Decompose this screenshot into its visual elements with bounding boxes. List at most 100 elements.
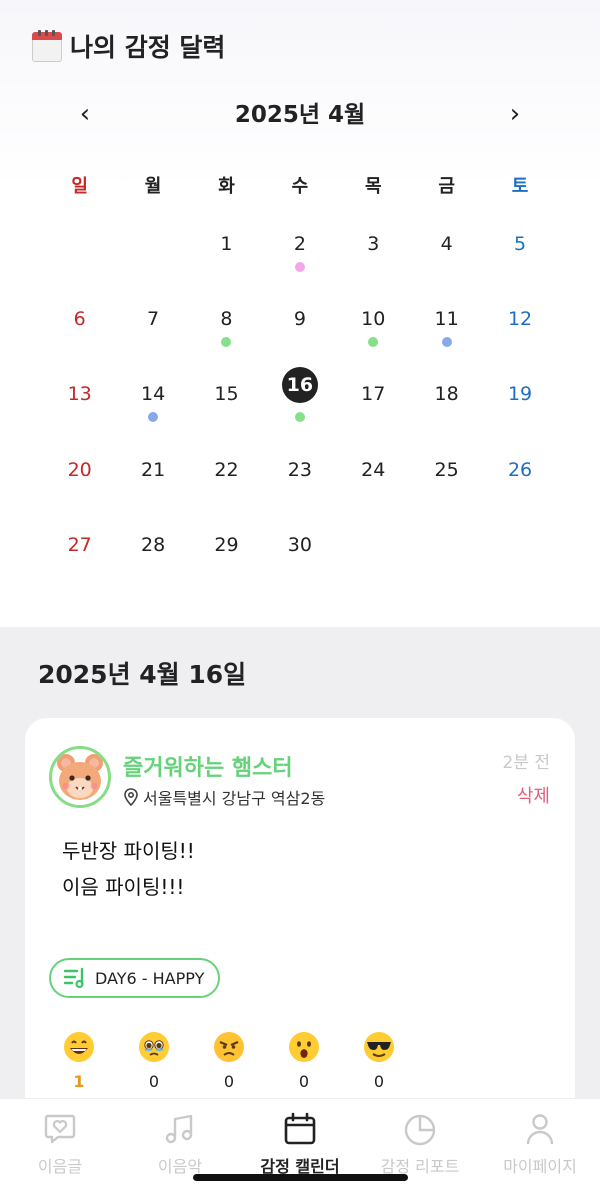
calendar-day[interactable]: 30 <box>263 509 336 584</box>
weekday-sun: 일 <box>71 176 88 197</box>
calendar-day[interactable]: 5 <box>483 208 556 283</box>
emotion-name: 즐거워하는 햄스터 <box>123 756 293 781</box>
reaction-count: 1 <box>73 1072 85 1091</box>
reaction-count: 0 <box>373 1072 385 1091</box>
music-note-icon <box>165 1114 193 1144</box>
day-number: 24 <box>361 458 386 481</box>
sunglasses-face-icon <box>364 1032 394 1062</box>
day-number: 28 <box>140 533 166 556</box>
calendar-day[interactable]: 26 <box>483 434 556 509</box>
tab-label: 마이페이지 <box>503 1157 577 1176</box>
emotion-dot <box>221 337 232 348</box>
day-number: 12 <box>507 308 533 331</box>
day-number: 9 <box>293 308 306 331</box>
page-title: 나의 감정 달력 <box>70 33 226 62</box>
post-content: 두반장 파이팅!! 이음 파이팅!!! <box>62 833 195 905</box>
day-number: 17 <box>361 383 386 406</box>
music-chip[interactable]: DAY6 - HAPPY <box>49 958 221 998</box>
emotion-dot <box>294 262 305 272</box>
calendar-day[interactable]: 19 <box>483 358 556 433</box>
reaction-count: 0 <box>148 1072 160 1091</box>
playlist-icon <box>63 967 84 989</box>
calendar-day[interactable]: 8 <box>190 283 263 358</box>
home-indicator <box>193 1174 408 1181</box>
calendar-day[interactable]: 29 <box>190 509 263 584</box>
calendar-day[interactable]: 15 <box>190 358 263 433</box>
weekday-tue: 화 <box>218 176 235 197</box>
day-number: 1 <box>220 233 233 255</box>
calendar-day[interactable]: 22 <box>190 434 263 509</box>
reaction-teary[interactable]: 0 <box>136 1030 172 1091</box>
weekday-header: 일 월 화 수 목 금 토 <box>43 172 557 198</box>
reaction-count: 0 <box>223 1072 235 1091</box>
selected-date-heading: 2025년 4월 16일 <box>38 660 247 689</box>
post-line: 두반장 파이팅!! <box>62 839 195 863</box>
calendar-day-selected[interactable]: 16 <box>263 358 336 433</box>
location: 서울특별시 강남구 역삼2동 <box>123 785 325 809</box>
calendar-day[interactable]: 25 <box>410 434 483 509</box>
tab-ieumgeul[interactable]: 이음글 <box>0 1099 120 1195</box>
reaction-bar: 1 0 0 0 0 <box>61 1030 397 1091</box>
day-number: 22 <box>214 458 239 481</box>
delete-button[interactable]: 삭제 <box>517 782 550 808</box>
calendar-icon <box>284 1112 316 1145</box>
day-number: 5 <box>513 233 527 255</box>
tab-mypage[interactable]: 마이페이지 <box>480 1099 600 1195</box>
calendar-day[interactable]: 24 <box>337 434 410 509</box>
day-number: 4 <box>440 233 453 255</box>
calendar-day[interactable]: 17 <box>337 358 410 433</box>
emotion-dot <box>368 337 379 348</box>
calendar-day[interactable]: 9 <box>263 283 336 358</box>
post-time: 2분 전 <box>502 753 551 773</box>
day-number: 2 <box>293 233 306 255</box>
day-number: 20 <box>67 458 92 481</box>
reaction-count: 0 <box>298 1072 310 1091</box>
day-number: 23 <box>287 458 312 481</box>
weekday-wed: 수 <box>291 176 309 197</box>
day-number: 11 <box>434 308 459 331</box>
day-number: 16 <box>281 367 318 404</box>
day-number: 14 <box>140 383 166 406</box>
calendar-day[interactable]: 3 <box>337 208 410 283</box>
weekday-thu: 목 <box>364 176 382 197</box>
reaction-cool[interactable]: 0 <box>361 1030 397 1091</box>
calendar-day[interactable]: 12 <box>483 283 556 358</box>
calendar-day[interactable]: 14 <box>116 358 189 433</box>
calendar-blank-cell <box>43 208 116 283</box>
calendar-day[interactable]: 27 <box>43 509 116 584</box>
calendar-day[interactable]: 1 <box>190 208 263 283</box>
calendar-day[interactable]: 11 <box>410 283 483 358</box>
calendar-day[interactable]: 21 <box>116 434 189 509</box>
day-number: 25 <box>434 458 459 481</box>
day-number: 29 <box>214 533 239 556</box>
emotion-dot <box>294 412 305 423</box>
month-navigation: ‹ 2025년 4월 › <box>0 96 600 136</box>
music-title: DAY6 - HAPPY <box>95 968 205 988</box>
next-month-button[interactable]: › <box>500 96 530 132</box>
calendar-day[interactable]: 20 <box>43 434 116 509</box>
weekday-mon: 월 <box>144 176 162 197</box>
calendar-day[interactable]: 6 <box>43 283 116 358</box>
weekday-sat: 토 <box>511 176 529 197</box>
reaction-happy[interactable]: 1 <box>61 1030 97 1091</box>
day-number: 26 <box>507 458 533 481</box>
calendar-grid: 1 2 3 4 5 6 7 8 9 10 11 12 13 14 15 16 17 18 19 20 21 22 23 24 2… <box>43 208 557 584</box>
angry-face-icon <box>214 1032 244 1062</box>
calendar-day[interactable]: 28 <box>116 509 189 584</box>
calendar-day[interactable]: 7 <box>116 283 189 358</box>
grinning-face-icon <box>64 1032 94 1062</box>
calendar-day[interactable]: 2 <box>263 208 336 283</box>
calendar-day[interactable]: 18 <box>410 358 483 433</box>
day-number: 8 <box>220 308 233 331</box>
hamster-icon <box>49 746 111 808</box>
reaction-surprised[interactable]: 0 <box>286 1030 322 1091</box>
day-number: 19 <box>507 383 533 406</box>
calendar-day[interactable]: 23 <box>263 434 336 509</box>
calendar-day[interactable]: 10 <box>337 283 410 358</box>
day-number: 3 <box>367 233 380 255</box>
calendar-day[interactable]: 13 <box>43 358 116 433</box>
reaction-angry[interactable]: 0 <box>211 1030 247 1091</box>
calendar-day[interactable]: 4 <box>410 208 483 283</box>
weekday-fri: 금 <box>438 176 455 197</box>
surprised-face-icon <box>289 1032 319 1062</box>
